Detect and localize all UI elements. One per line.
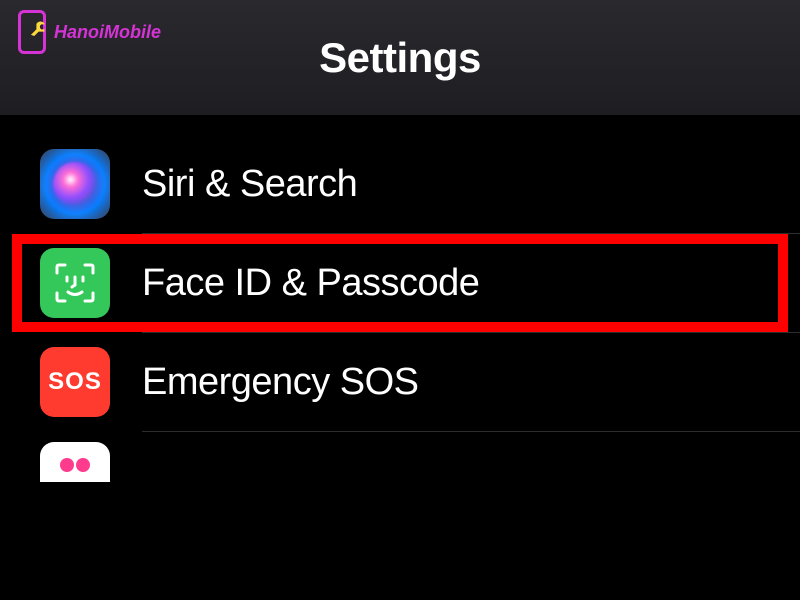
partial-icon	[40, 442, 110, 482]
settings-row-faceid[interactable]: Face ID & Passcode	[0, 234, 800, 332]
row-label: Face ID & Passcode	[142, 262, 479, 305]
watermark-text: HanoiMobile	[54, 22, 161, 43]
page-title: Settings	[319, 34, 481, 82]
settings-list: Siri & Search Face ID & Passcode	[0, 115, 800, 482]
sos-icon-text: SOS	[48, 368, 102, 396]
watermark-logo: HanoiMobile	[14, 8, 161, 56]
row-label: Emergency SOS	[142, 361, 419, 404]
settings-row-siri[interactable]: Siri & Search	[0, 135, 800, 233]
faceid-icon	[40, 248, 110, 318]
wrench-icon	[24, 20, 48, 44]
siri-icon	[40, 149, 110, 219]
sos-icon: SOS	[40, 347, 110, 417]
watermark-phone-icon	[14, 8, 50, 56]
row-label: Siri & Search	[142, 163, 357, 206]
settings-row-emergency-sos[interactable]: SOS Emergency SOS	[0, 333, 800, 431]
settings-row-partial[interactable]	[0, 432, 800, 482]
